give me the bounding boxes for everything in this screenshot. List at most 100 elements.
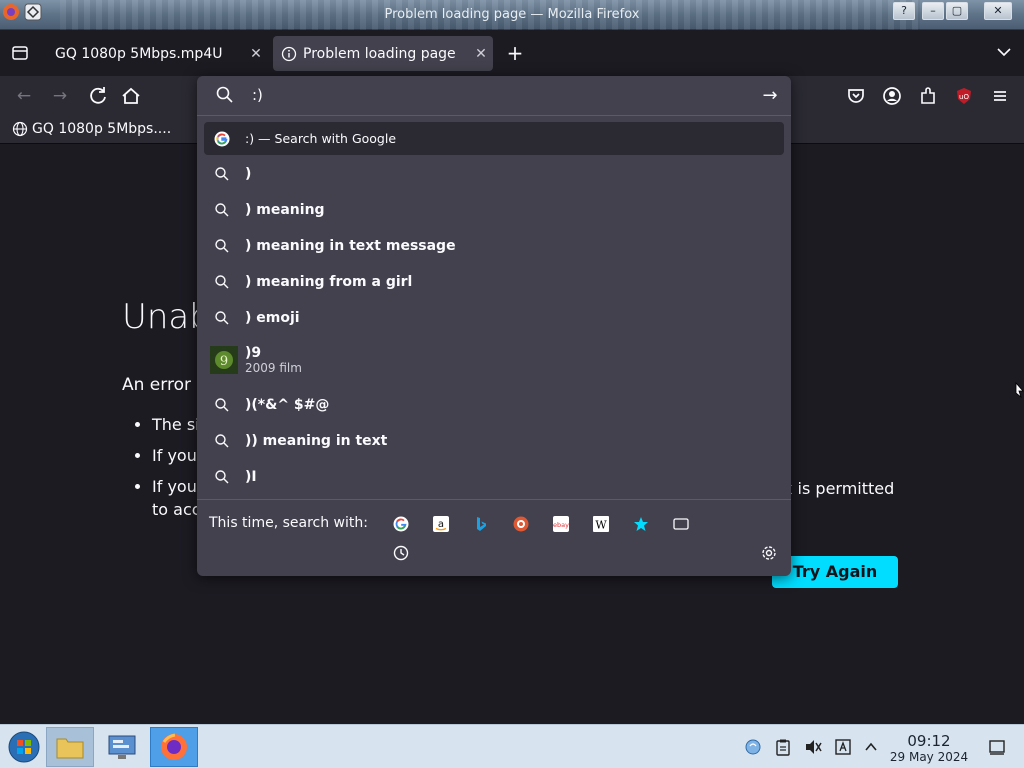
home-icon[interactable] bbox=[119, 84, 143, 108]
search-suggestion[interactable]: ) emoji bbox=[204, 301, 784, 334]
menu-hamburger-icon[interactable] bbox=[988, 84, 1012, 108]
bookmarks-star-icon[interactable] bbox=[631, 514, 651, 534]
network-icon[interactable] bbox=[744, 738, 762, 756]
back-icon[interactable]: ← bbox=[12, 84, 36, 108]
search-with-google-result[interactable]: :) — Search with Google bbox=[204, 122, 784, 155]
extensions-icon[interactable] bbox=[916, 84, 940, 108]
film-thumbnail: 9 bbox=[210, 346, 238, 374]
one-off-search-buttons: This time, search with: a ebay W bbox=[197, 499, 791, 576]
mouse-cursor-icon bbox=[1015, 382, 1024, 399]
error-suggestion-tail: x is permitted bbox=[783, 479, 895, 498]
history-icon[interactable] bbox=[392, 544, 410, 562]
search-icon bbox=[215, 274, 229, 288]
search-icon bbox=[215, 238, 229, 252]
svg-text:9: 9 bbox=[220, 354, 228, 369]
tab-gq-video[interactable]: GQ 1080p 5Mbps.mp4U ✕ bbox=[44, 36, 268, 71]
amazon-icon[interactable]: a bbox=[431, 514, 451, 534]
error-description: An error bbox=[122, 375, 191, 395]
tab-problem-loading[interactable]: Problem loading page ✕ bbox=[273, 36, 493, 71]
search-suggestion[interactable]: ) meaning in text message bbox=[204, 229, 784, 262]
window-help-button[interactable]: ? bbox=[893, 2, 915, 20]
account-icon[interactable] bbox=[880, 84, 904, 108]
list-item: The si bbox=[152, 415, 203, 446]
duckduckgo-icon[interactable] bbox=[511, 514, 531, 534]
close-tab-icon[interactable]: ✕ bbox=[469, 46, 493, 62]
urlbar-input[interactable]: :) bbox=[252, 86, 263, 104]
bing-icon[interactable] bbox=[471, 514, 491, 534]
wikipedia-icon[interactable]: W bbox=[591, 514, 611, 534]
result-text: ) meaning from a girl bbox=[245, 273, 413, 290]
search-icon bbox=[215, 433, 229, 447]
svg-text:ebay: ebay bbox=[553, 521, 569, 529]
file-manager-taskbar-button[interactable] bbox=[46, 727, 94, 767]
clock-date: 29 May 2024 bbox=[889, 750, 969, 764]
search-suggestion[interactable]: ) bbox=[204, 157, 784, 190]
google-icon bbox=[214, 131, 230, 146]
ebay-icon[interactable]: ebay bbox=[551, 514, 571, 534]
result-text: )9 2009 film bbox=[238, 345, 302, 375]
pocket-icon[interactable] bbox=[844, 84, 868, 108]
screen: Problem loading page — Mozilla Firefox ?… bbox=[0, 0, 1024, 768]
tab-strip: GQ 1080p 5Mbps.mp4U ✕ Problem loading pa… bbox=[0, 30, 1024, 76]
result-text: ) bbox=[245, 165, 252, 182]
start-orb-icon bbox=[8, 731, 40, 763]
tabs-icon[interactable] bbox=[671, 514, 691, 534]
film-subtitle: 2009 film bbox=[245, 361, 302, 375]
rich-suggestion-film[interactable]: 9 )9 2009 film bbox=[204, 340, 784, 380]
tab-label: Problem loading page bbox=[303, 45, 456, 62]
result-text: :) — Search with Google bbox=[245, 131, 397, 146]
search-icon bbox=[215, 166, 229, 180]
volume-muted-icon[interactable] bbox=[804, 738, 822, 756]
gear-icon[interactable] bbox=[760, 544, 778, 562]
bookmark-gq-video[interactable]: GQ 1080p 5Mbps.... bbox=[12, 121, 171, 137]
firefox-taskbar-button[interactable] bbox=[150, 727, 198, 767]
bookmark-label: GQ 1080p 5Mbps.... bbox=[32, 121, 172, 137]
error-suggestions: The si If you If your bbox=[138, 415, 203, 508]
input-method-icon[interactable] bbox=[834, 738, 852, 756]
list-all-tabs-icon[interactable] bbox=[996, 46, 1012, 58]
system-settings-taskbar-button[interactable] bbox=[98, 727, 146, 767]
firefox-view-icon[interactable] bbox=[11, 44, 29, 62]
result-text: ) emoji bbox=[245, 309, 300, 326]
svg-text:uO: uO bbox=[959, 93, 969, 101]
search-suggestion[interactable]: ) meaning bbox=[204, 193, 784, 226]
globe-icon bbox=[12, 121, 28, 137]
list-item: If you bbox=[152, 446, 203, 477]
forward-icon[interactable]: → bbox=[48, 84, 72, 108]
folder-icon bbox=[56, 738, 84, 759]
google-icon[interactable] bbox=[391, 514, 411, 534]
window-title: Problem loading page — Mozilla Firefox bbox=[384, 7, 640, 22]
search-suggestion[interactable]: )(*&^ $#@ bbox=[204, 388, 784, 421]
close-tab-icon[interactable]: ✕ bbox=[244, 46, 268, 62]
clipboard-icon[interactable] bbox=[774, 738, 792, 756]
search-icon bbox=[215, 202, 229, 216]
svg-text:W: W bbox=[595, 519, 607, 532]
ublock-origin-icon[interactable]: uO bbox=[952, 84, 976, 108]
result-text: )I bbox=[245, 468, 257, 485]
window-maximize-button[interactable]: ▢ bbox=[946, 2, 968, 20]
monitor-settings-icon bbox=[108, 735, 136, 759]
start-button[interactable] bbox=[0, 727, 48, 767]
one-off-label: This time, search with: bbox=[209, 515, 368, 531]
taskbar: 09:12 29 May 2024 bbox=[0, 724, 1024, 768]
window-close-button[interactable]: ✕ bbox=[984, 2, 1012, 20]
show-desktop-icon[interactable] bbox=[988, 738, 1006, 756]
search-suggestion[interactable]: ) meaning from a girl bbox=[204, 265, 784, 298]
search-icon bbox=[215, 397, 229, 411]
go-arrow-icon[interactable]: → bbox=[759, 85, 781, 107]
urlbar-input-row[interactable]: :) → bbox=[197, 76, 791, 116]
chevron-up-icon[interactable] bbox=[862, 738, 880, 756]
search-icon bbox=[215, 469, 229, 483]
firefox-icon bbox=[161, 733, 187, 760]
result-text: )) meaning in text bbox=[245, 432, 388, 449]
taskbar-clock[interactable]: 09:12 29 May 2024 bbox=[888, 732, 970, 764]
window-minimize-button[interactable]: – bbox=[922, 2, 944, 20]
error-suggestion-continuation: to acc bbox=[152, 500, 201, 519]
window-titlebar[interactable]: Problem loading page — Mozilla Firefox ?… bbox=[0, 0, 1024, 30]
search-icon bbox=[216, 86, 233, 103]
reload-icon[interactable] bbox=[86, 84, 110, 108]
search-suggestion[interactable]: )I bbox=[204, 460, 784, 493]
film-title: )9 bbox=[245, 345, 262, 361]
new-tab-button[interactable]: + bbox=[504, 42, 526, 64]
search-suggestion[interactable]: )) meaning in text bbox=[204, 424, 784, 457]
